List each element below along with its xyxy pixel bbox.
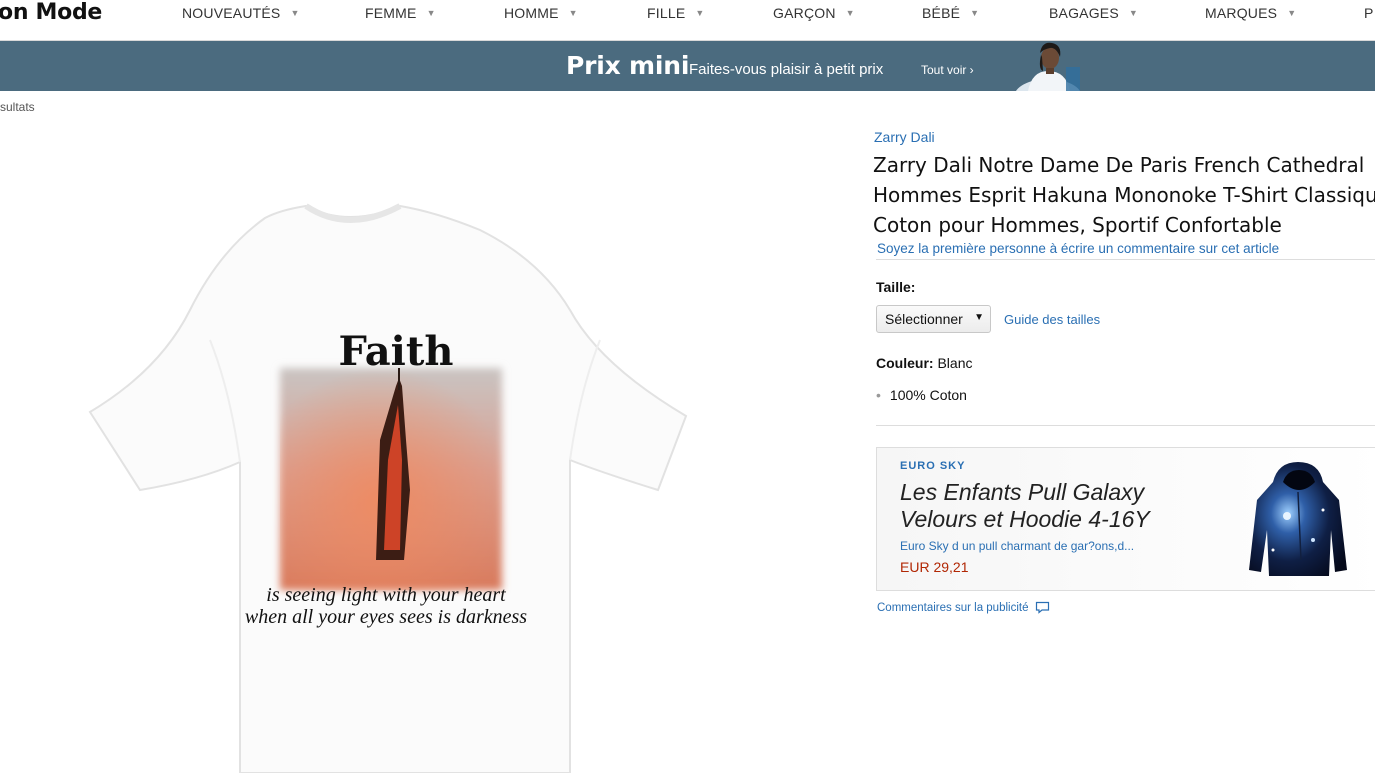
nav-label: BÉBÉ [922,5,961,21]
caret-down-icon: ▼ [426,8,436,18]
size-label: Taille: [876,279,916,295]
nav-marques[interactable]: MARQUES ▼ [1205,5,1296,21]
banner-see-all-link[interactable]: Tout voir › [921,63,974,77]
ad-hoodie-image[interactable] [1243,460,1349,580]
ad-brand: EURO SKY [900,460,966,472]
nav-nouveautes[interactable]: NOUVEAUTÉS ▼ [182,5,300,21]
nav-homme[interactable]: HOMME ▼ [504,5,578,21]
divider [876,425,1375,426]
banner-title: Prix mini [566,51,690,80]
tshirt-caption-line1: is seeing light with your heart [266,584,506,606]
nav-femme[interactable]: FEMME ▼ [365,5,436,21]
ad-feedback-link[interactable]: Commentaires sur la publicité [877,601,1050,614]
nav-bagages[interactable]: BAGAGES ▼ [1049,5,1138,21]
nav-label: MARQUES [1205,5,1278,21]
caret-down-icon: ▼ [695,8,705,18]
caret-down-icon: ▼ [568,8,578,18]
nav-garcon[interactable]: GARÇON ▼ [773,5,855,21]
brand-link[interactable]: Zarry Dali [874,129,935,145]
speech-bubble-icon [1035,601,1049,614]
nav-label: FILLE [647,5,686,21]
select-arrow-icon: ▼ [974,312,984,323]
nav-label: GARÇON [773,5,836,21]
breadcrumb-back-to-results[interactable]: sultats [0,100,35,114]
banner-subtitle: Faites-vous plaisir à petit prix [689,61,884,78]
banner-model-image [1015,42,1081,91]
promo-banner[interactable]: Prix mini Faites-vous plaisir à petit pr… [0,41,1375,91]
cathedral-spire-print [280,368,502,590]
nav-more[interactable]: P [1364,5,1374,21]
feature-bullet: • 100% Coton [876,387,967,403]
size-dropdown[interactable]: Sélectionner ▼ [876,305,991,333]
nav-label: NOUVEAUTÉS [182,5,281,21]
bullet-dot: • [876,387,881,403]
product-image[interactable]: Faith is seeing light with your heart wh… [80,190,700,773]
nav-label: HOMME [504,5,559,21]
size-dropdown-value: Sélectionner [885,311,963,327]
ad-feedback-label: Commentaires sur la publicité [877,602,1029,614]
nav-label: BAGAGES [1049,5,1119,21]
nav-fille[interactable]: FILLE ▼ [647,5,704,21]
color-label: Couleur: [876,355,934,371]
color-row: Couleur: Blanc [876,355,972,371]
nav-label: P [1364,5,1374,21]
ad-price: EUR 29,21 [900,559,969,575]
caret-down-icon: ▼ [290,8,300,18]
top-navigation: on Mode NOUVEAUTÉS ▼ FEMME ▼ HOMME ▼ FILLE ▼… [0,0,1375,41]
ad-description[interactable]: Euro Sky d un pull charmant de gar?ons,d… [900,539,1134,553]
sponsored-ad[interactable]: EURO SKY Les Enfants Pull Galaxy Velours… [876,447,1375,591]
ad-title[interactable]: Les Enfants Pull Galaxy Velours et Hoodi… [900,479,1200,533]
caret-down-icon: ▼ [970,8,980,18]
size-guide-link[interactable]: Guide des tailles [1004,312,1100,327]
nav-label: FEMME [365,5,417,21]
caret-down-icon: ▼ [1287,8,1297,18]
caret-down-icon: ▼ [1128,8,1138,18]
tshirt-heading: Faith [339,328,454,375]
feature-text: 100% Coton [889,387,967,403]
caret-down-icon: ▼ [845,8,855,18]
write-review-link[interactable]: Soyez la première personne à écrire un c… [877,241,1279,256]
divider [876,259,1375,260]
product-title: Zarry Dali Notre Dame De Paris French Ca… [873,153,1375,237]
nav-bebe[interactable]: BÉBÉ ▼ [922,5,979,21]
tshirt-caption-line2: when all your eyes sees is darkness [245,606,527,628]
color-value: Blanc [937,355,973,371]
store-logo[interactable]: on Mode [0,0,102,25]
